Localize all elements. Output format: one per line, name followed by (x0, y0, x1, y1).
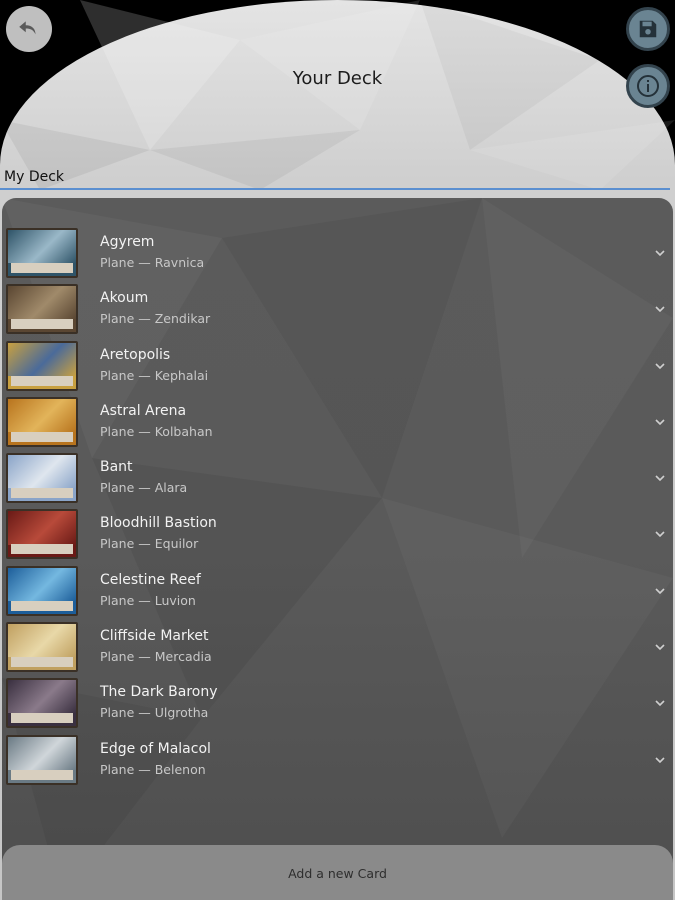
card-thumbnail (6, 340, 78, 391)
chevron-down-icon[interactable] (653, 584, 667, 598)
card-row[interactable]: Agyrem Plane — Ravnica (2, 226, 673, 282)
card-thumbnail (6, 453, 78, 504)
card-name: Bant (100, 459, 133, 476)
card-textbox (11, 319, 73, 330)
card-thumbnail (6, 734, 78, 785)
card-type: Plane — Belenon (100, 761, 206, 777)
card-textbox (11, 488, 73, 499)
save-button[interactable] (626, 7, 670, 51)
chevron-down-icon[interactable] (653, 471, 667, 485)
card-art (8, 286, 76, 320)
card-art (8, 342, 76, 376)
card-list-panel: Agyrem Plane — Ravnica Akoum Plane — Zendik… (2, 198, 673, 900)
deck-name-input[interactable] (0, 166, 674, 188)
card-row[interactable]: Astral Arena Plane — Kolbahan (2, 395, 673, 451)
card-textbox (11, 657, 73, 668)
undo-arrow-icon (19, 21, 36, 35)
card-thumbnail (6, 565, 78, 616)
card-textbox (11, 769, 73, 780)
card-type: Plane — Equilor (100, 536, 199, 552)
card-name: Edge of Malacol (100, 740, 211, 757)
card-name: Astral Arena (100, 402, 187, 419)
chevron-down-icon[interactable] (653, 302, 667, 316)
card-row[interactable]: The Dark Barony Plane — Ulgrotha (2, 676, 673, 732)
card-type: Plane — Zendikar (100, 311, 211, 327)
card-name: Cliffside Market (100, 628, 209, 645)
chevron-down-icon[interactable] (653, 527, 667, 541)
card-thumbnail (6, 396, 78, 447)
card-textbox (11, 431, 73, 442)
card-type: Plane — Alara (100, 480, 188, 496)
card-row[interactable]: Akoum Plane — Zendikar (2, 282, 673, 338)
deck-editor-screen: Your Deck Agyrem Plane — Ravnica Akoum Plan… (0, 0, 675, 900)
card-thumbnail (6, 622, 78, 673)
card-thumbnail (6, 509, 78, 560)
card-art (8, 736, 76, 770)
card-row[interactable]: Bloodhill Bastion Plane — Equilor (2, 507, 673, 563)
card-name: Agyrem (100, 234, 155, 250)
card-row[interactable]: Celestine Reef Plane — Luvion (2, 564, 673, 620)
card-art (8, 511, 76, 545)
card-name: Aretopolis (100, 346, 171, 363)
card-art (8, 624, 76, 658)
card-textbox (11, 713, 73, 724)
card-art (8, 230, 76, 264)
card-textbox (11, 544, 73, 555)
card-row[interactable]: Cliffside Market Plane — Mercadia (2, 620, 673, 676)
add-card-label: Add a new Card (288, 865, 387, 881)
card-art (8, 398, 76, 432)
chevron-down-icon[interactable] (653, 246, 667, 260)
card-type: Plane — Ulgrotha (100, 705, 209, 721)
card-thumbnail (6, 284, 78, 335)
card-thumbnail (6, 678, 78, 729)
chevron-down-icon[interactable] (653, 753, 667, 767)
chevron-down-icon[interactable] (653, 415, 667, 429)
card-type: Plane — Kolbahan (100, 423, 213, 439)
card-textbox (11, 263, 73, 273)
floppy-disk-icon (639, 20, 657, 38)
page-title: Your Deck (292, 68, 383, 89)
card-art (8, 680, 76, 714)
card-name: Bloodhill Bastion (100, 515, 217, 532)
card-textbox (11, 600, 73, 611)
card-type: Plane — Kephalai (100, 367, 209, 383)
card-row[interactable]: Bant Plane — Alara (2, 451, 673, 507)
chevron-down-icon[interactable] (653, 696, 667, 710)
card-textbox (11, 375, 73, 386)
chevron-down-icon[interactable] (653, 640, 667, 654)
back-button[interactable] (6, 6, 52, 52)
card-row[interactable]: Aretopolis Plane — Kephalai (2, 339, 673, 395)
card-art (8, 567, 76, 601)
card-list: Agyrem Plane — Ravnica Akoum Plane — Zendik… (2, 226, 673, 789)
card-name: The Dark Barony (100, 684, 218, 701)
add-card-button[interactable]: Add a new Card (2, 845, 673, 900)
card-name: Celestine Reef (100, 571, 201, 588)
card-type: Plane — Ravnica (100, 255, 205, 270)
chevron-down-icon[interactable] (653, 359, 667, 373)
card-thumbnail (6, 228, 78, 278)
card-row[interactable]: Edge of Malacol Plane — Belenon (2, 733, 673, 789)
card-art (8, 455, 76, 489)
card-type: Plane — Mercadia (100, 649, 212, 665)
card-type: Plane — Luvion (100, 592, 196, 608)
deck-name-field[interactable] (0, 166, 674, 190)
card-name: Akoum (100, 290, 149, 307)
